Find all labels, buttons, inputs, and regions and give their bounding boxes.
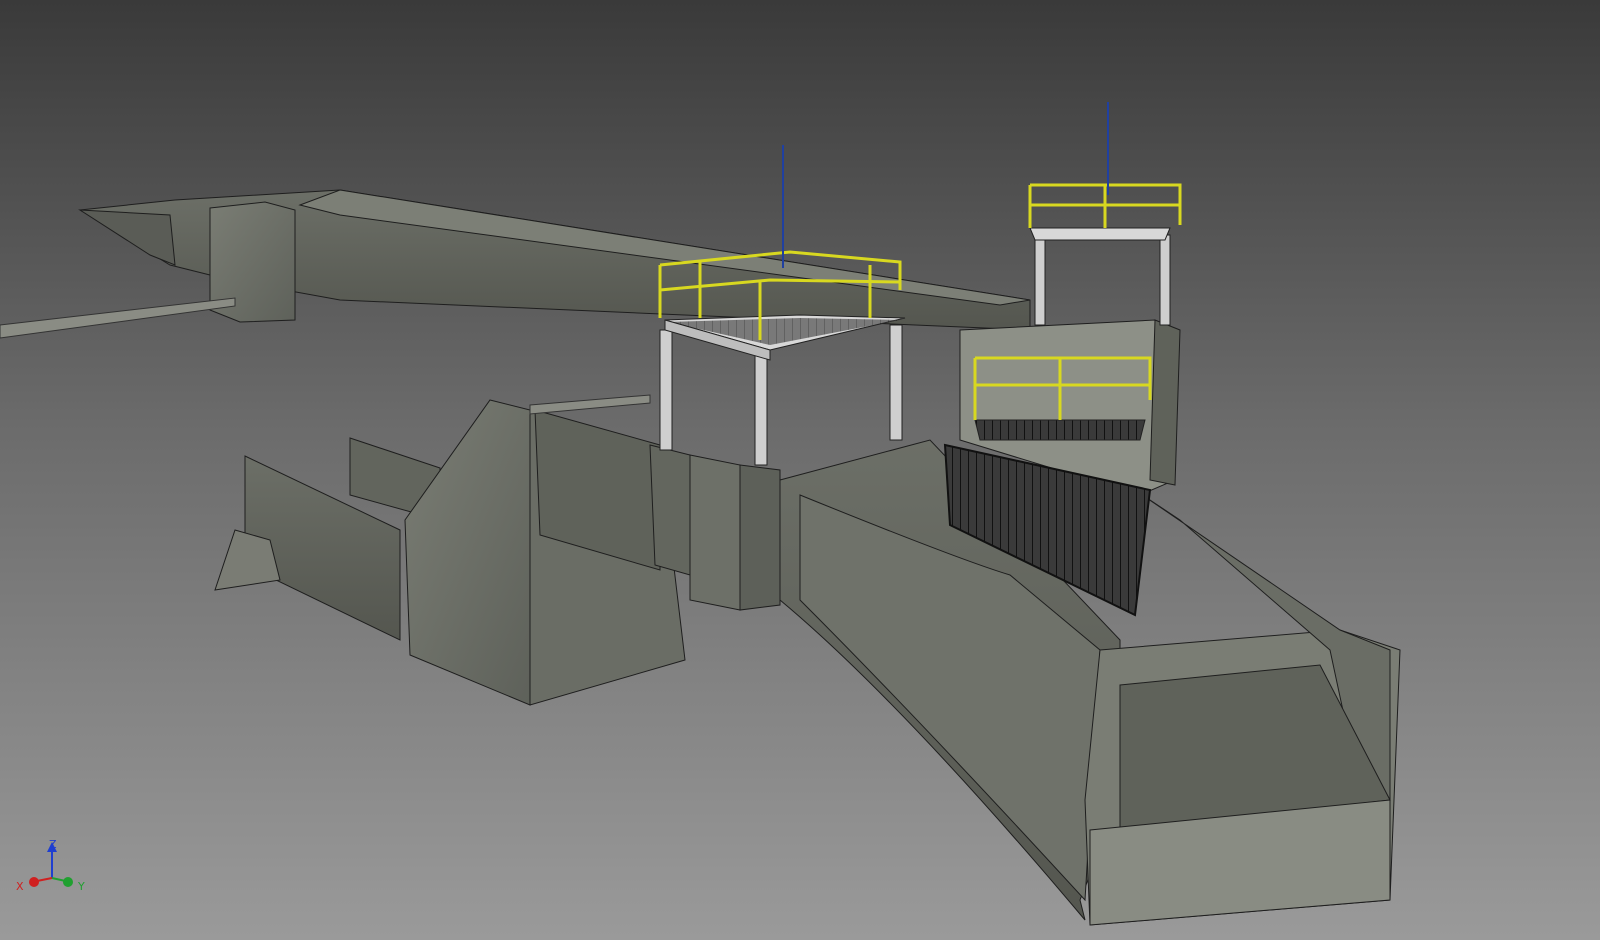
x-axis-label: X: [16, 880, 24, 893]
dam-model-scene[interactable]: [0, 0, 1600, 940]
central-pier: [404, 399, 686, 706]
y-axis-label: Y: [77, 880, 85, 893]
x-axis-knob-icon: [29, 877, 39, 887]
z-axis-label: Z: [49, 838, 57, 851]
3d-viewport[interactable]: Z X Y: [0, 0, 1600, 940]
lower-pipe: [529, 394, 651, 415]
upper-pipe: [0, 297, 236, 339]
axis-triad: Z X Y: [16, 838, 85, 893]
right-platform-railing: [1028, 183, 1182, 228]
y-axis-knob-icon: [63, 877, 73, 887]
